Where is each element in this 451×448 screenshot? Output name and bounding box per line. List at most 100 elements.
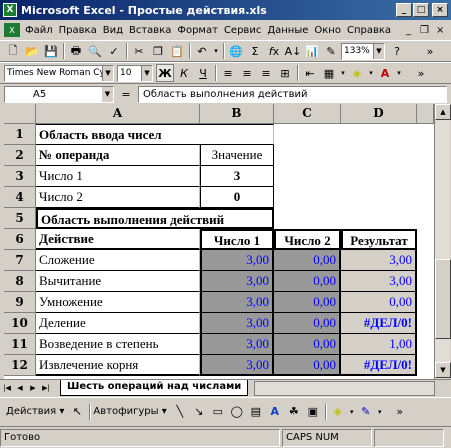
cell-b6[interactable]: Число 1 — [200, 229, 274, 250]
cell-a1[interactable]: Область ввода чисел — [36, 124, 274, 145]
line-color-icon[interactable]: ✎ — [357, 403, 375, 421]
select-all-corner[interactable] — [4, 104, 36, 124]
arrow-icon[interactable]: ↘ — [190, 403, 208, 421]
workbook-icon[interactable]: X — [4, 23, 20, 37]
cell-a8[interactable]: Вычитание — [36, 271, 200, 292]
row-header-3[interactable]: 3 — [4, 166, 36, 187]
cell-b7[interactable]: 3,00 — [200, 250, 274, 271]
cell-a3[interactable]: Число 1 — [36, 166, 200, 187]
scroll-up-icon[interactable]: ▲ — [435, 104, 451, 120]
help-icon[interactable]: ? — [388, 42, 406, 60]
rectangle-icon[interactable]: ▭ — [209, 403, 227, 421]
toolbar-options-icon[interactable]: » — [412, 64, 430, 82]
cell-b2[interactable]: Значение — [200, 145, 274, 166]
doc-restore-icon[interactable]: ❐ — [420, 25, 429, 36]
toolbar-options-icon[interactable]: » — [421, 42, 439, 60]
underline-icon[interactable]: Ч — [194, 64, 212, 82]
fill-color-icon[interactable]: ◈ — [329, 403, 347, 421]
maximize-button[interactable]: □ — [413, 3, 429, 17]
open-icon[interactable]: 📂 — [23, 42, 41, 60]
cell-b10[interactable]: 3,00 — [200, 313, 274, 334]
cell-a5-selected[interactable]: Область выполнения действий — [36, 208, 274, 229]
hyperlink-icon[interactable]: 🌐 — [227, 42, 245, 60]
cell-c10[interactable]: 0,00 — [274, 313, 341, 334]
menu-edit[interactable]: Правка — [56, 25, 100, 36]
cell-c7[interactable]: 0,00 — [274, 250, 341, 271]
function-icon[interactable]: fx — [265, 42, 283, 60]
borders-icon[interactable]: ▦ — [320, 64, 338, 82]
scroll-thumb[interactable] — [435, 259, 451, 339]
align-center-icon[interactable]: ≡ — [238, 64, 256, 82]
cell-c9[interactable]: 0,00 — [274, 292, 341, 313]
cell-c6[interactable]: Число 2 — [274, 229, 341, 250]
align-left-icon[interactable]: ≡ — [219, 64, 237, 82]
new-icon[interactable]: 🗋 — [4, 42, 22, 60]
undo-icon[interactable]: ↶ — [193, 42, 211, 60]
row-header-12[interactable]: 12 — [4, 355, 36, 376]
cell-b3[interactable]: 3 — [200, 166, 274, 187]
fill-color-icon[interactable]: ◈ — [348, 64, 366, 82]
undo-dropdown-icon[interactable]: ▾ — [212, 42, 220, 60]
cell-d11[interactable]: 1,00 — [341, 334, 417, 355]
first-sheet-icon[interactable]: |◀ — [1, 382, 13, 395]
sort-ascending-icon[interactable]: A↓ — [284, 42, 302, 60]
last-sheet-icon[interactable]: ▶| — [40, 382, 52, 395]
cell-a12[interactable]: Извлечение корня — [36, 355, 200, 376]
row-header-11[interactable]: 11 — [4, 334, 36, 355]
column-header-e[interactable] — [417, 104, 434, 124]
merge-center-icon[interactable]: ⊞ — [276, 64, 294, 82]
oval-icon[interactable]: ◯ — [228, 403, 246, 421]
row-header-6[interactable]: 6 — [4, 229, 36, 250]
cell-c12[interactable]: 0,00 — [274, 355, 341, 376]
clipart-icon[interactable]: ☘ — [285, 403, 303, 421]
line-icon[interactable]: ╲ — [171, 403, 189, 421]
cell-d10[interactable]: #ДЕЛ/0! — [341, 313, 417, 334]
chevron-down-icon[interactable]: ▾ — [376, 403, 384, 421]
menu-file[interactable]: Файл — [22, 25, 56, 36]
paste-icon[interactable]: 📋 — [168, 42, 186, 60]
row-header-2[interactable]: 2 — [4, 145, 36, 166]
cell-c8[interactable]: 0,00 — [274, 271, 341, 292]
cell-a6[interactable]: Действие — [36, 229, 200, 250]
menu-view[interactable]: Вид — [100, 25, 126, 36]
cell-a10[interactable]: Деление — [36, 313, 200, 334]
close-button[interactable]: × — [432, 3, 448, 17]
doc-minimize-icon[interactable]: _ — [406, 25, 411, 36]
name-box[interactable]: A5 ▼ — [4, 85, 114, 103]
drawing-icon[interactable]: ✎ — [322, 42, 340, 60]
align-right-icon[interactable]: ≡ — [257, 64, 275, 82]
menu-help[interactable]: Справка — [344, 25, 394, 36]
cell-d9[interactable]: 0,00 — [341, 292, 417, 313]
formula-input[interactable]: Область выполнения действий — [138, 85, 447, 103]
chevron-down-icon[interactable]: ▾ — [339, 64, 347, 82]
cell-d12[interactable]: #ДЕЛ/0! — [341, 355, 417, 376]
column-header-b[interactable]: B — [200, 104, 274, 124]
chevron-down-icon[interactable]: ▾ — [348, 403, 356, 421]
font-color-icon[interactable]: A — [376, 64, 394, 82]
copy-icon[interactable]: ❐ — [149, 42, 167, 60]
menu-tools[interactable]: Сервис — [221, 25, 264, 36]
cell-d6[interactable]: Результат — [341, 229, 417, 250]
cut-icon[interactable]: ✂ — [130, 42, 148, 60]
cell-b9[interactable]: 3,00 — [200, 292, 274, 313]
menu-insert[interactable]: Вставка — [126, 25, 174, 36]
autosum-icon[interactable]: Σ — [246, 42, 264, 60]
chevron-down-icon[interactable]: ▼ — [102, 65, 113, 81]
cell-a11[interactable]: Возведение в степень — [36, 334, 200, 355]
minimize-button[interactable]: _ — [396, 3, 412, 17]
sheet-tab-active[interactable]: Шесть операций над числами — [60, 380, 249, 396]
row-header-8[interactable]: 8 — [4, 271, 36, 292]
prev-sheet-icon[interactable]: ◀ — [14, 382, 26, 395]
print-preview-icon[interactable]: 🔍 — [86, 42, 104, 60]
wordart-icon[interactable]: A — [266, 403, 284, 421]
vertical-scrollbar[interactable]: ▲ ▼ — [434, 104, 451, 379]
bold-icon[interactable]: Ж — [156, 64, 174, 82]
doc-close-icon[interactable]: × — [436, 25, 444, 36]
cell-a9[interactable]: Умножение — [36, 292, 200, 313]
chart-wizard-icon[interactable]: 📊 — [303, 42, 321, 60]
row-header-9[interactable]: 9 — [4, 292, 36, 313]
row-header-1[interactable]: 1 — [4, 124, 36, 145]
picture-icon[interactable]: ▣ — [304, 403, 322, 421]
next-sheet-icon[interactable]: ▶ — [27, 382, 39, 395]
cell-a4[interactable]: Число 2 — [36, 187, 200, 208]
